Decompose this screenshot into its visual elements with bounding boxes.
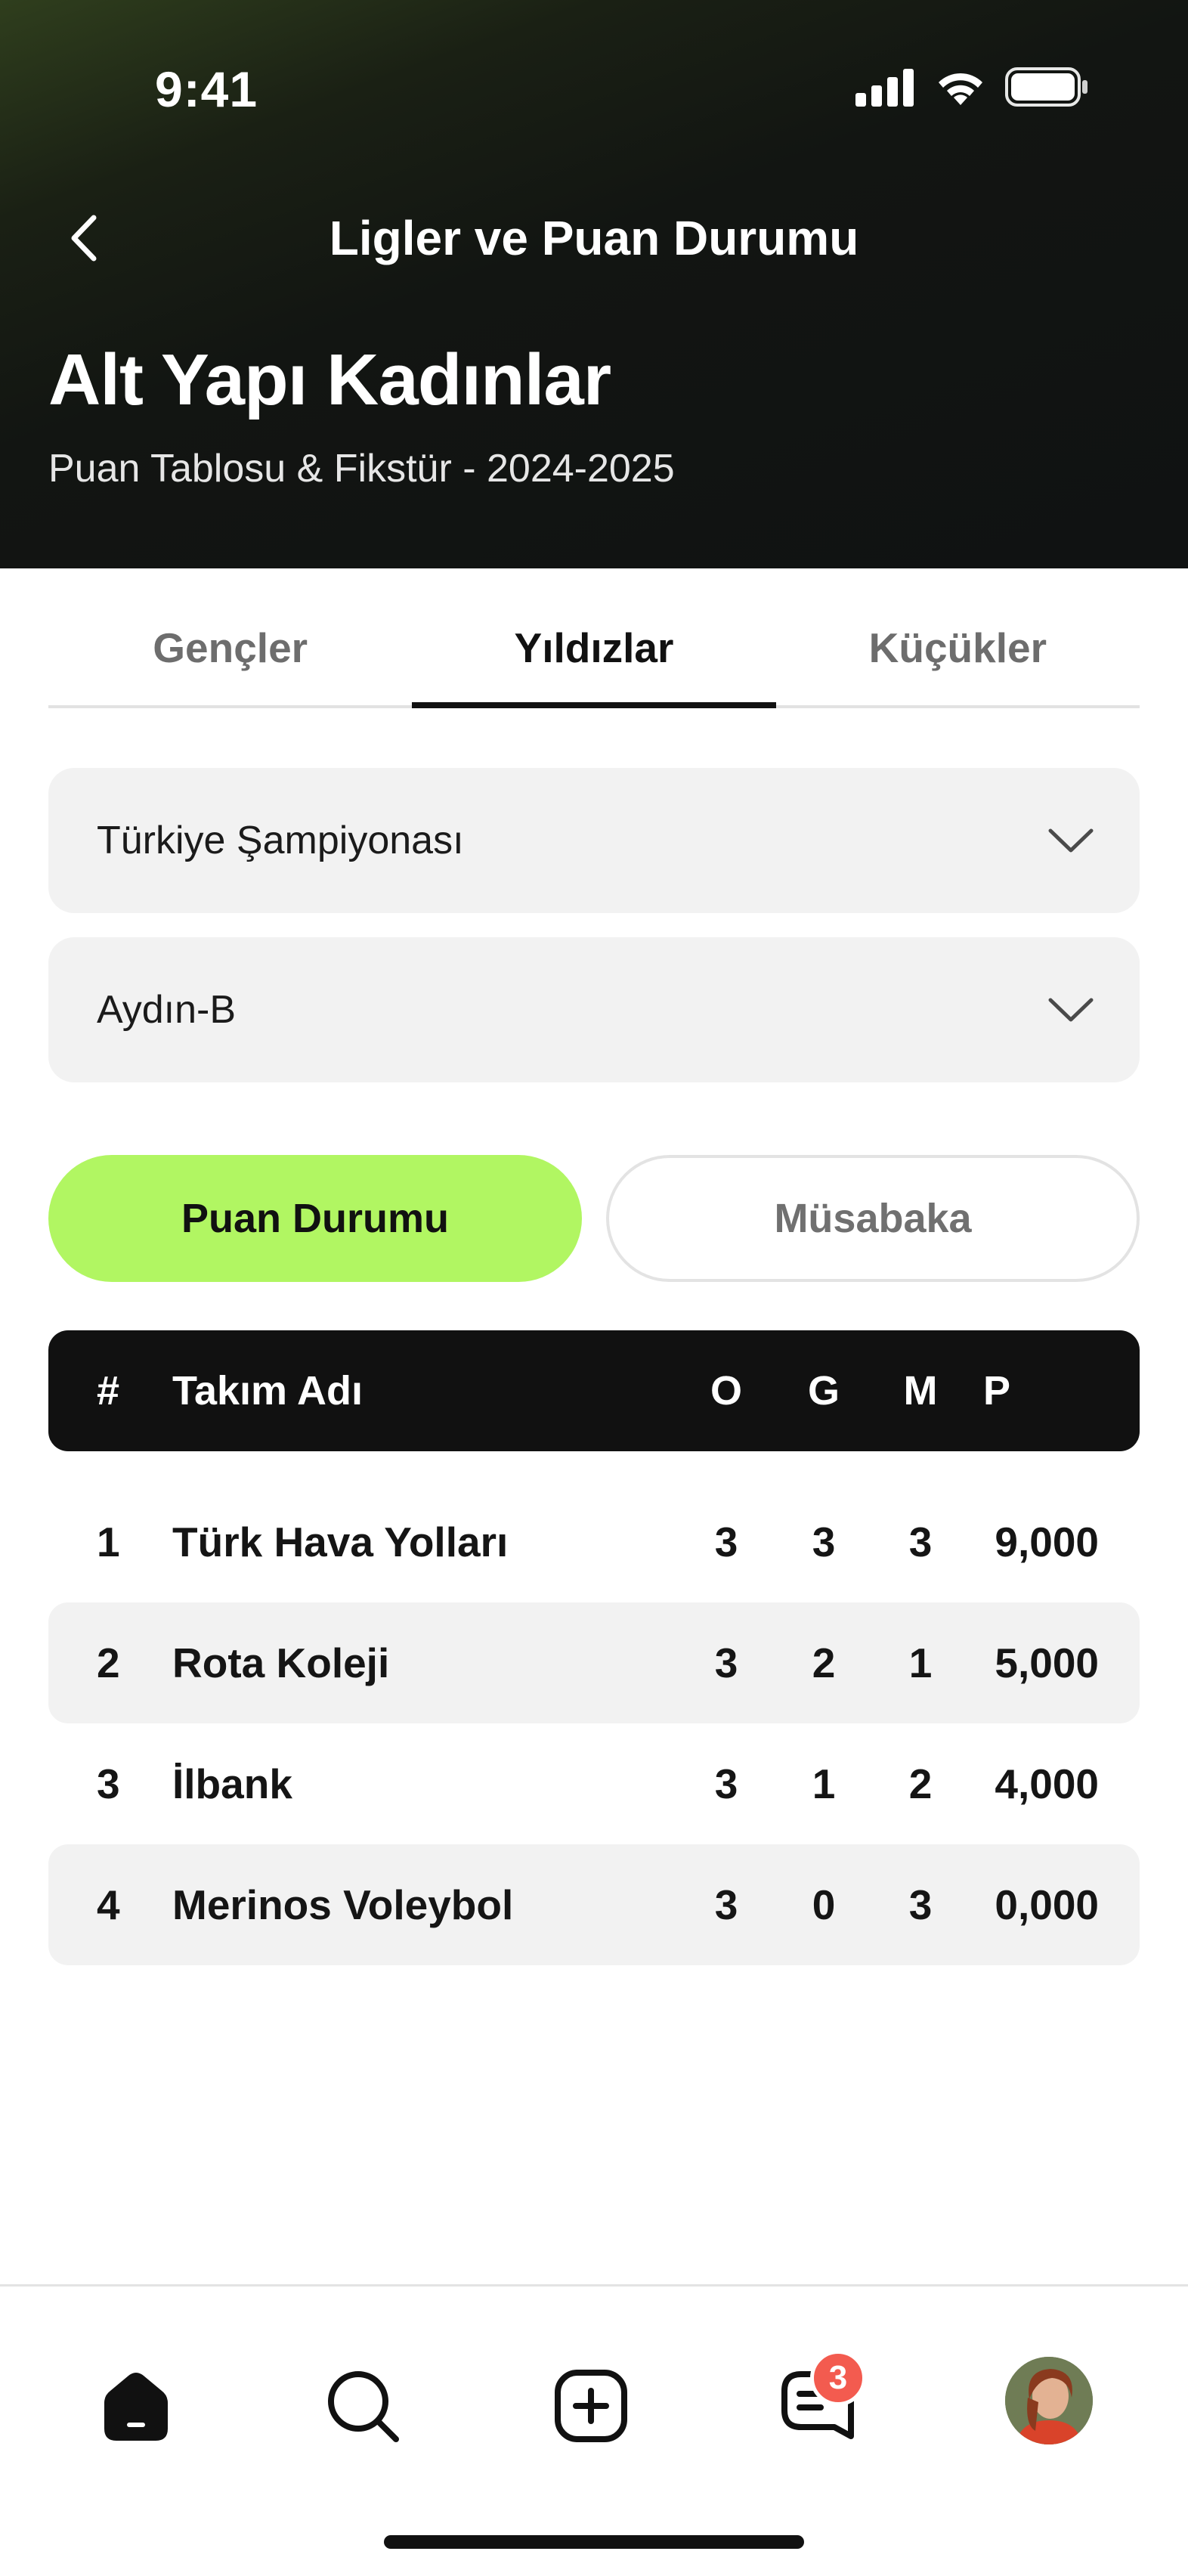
matches-button[interactable]: Müsabaka: [606, 1155, 1140, 1282]
nav-messages[interactable]: 3: [772, 2350, 866, 2451]
category-tabs: Gençler Yıldızlar Küçükler: [48, 601, 1140, 708]
row-p: 5,000: [995, 1639, 1099, 1686]
row-o: 3: [714, 1881, 738, 1928]
signal-icon: [855, 69, 914, 107]
group-select[interactable]: Aydın-B: [48, 937, 1140, 1082]
home-indicator: [384, 2535, 804, 2549]
tab-gencler[interactable]: Gençler: [48, 601, 412, 705]
row-p: 9,000: [995, 1519, 1099, 1565]
row-g: 3: [812, 1519, 836, 1565]
standings-table: # Takım Adı O G M P 1 Türk Hava Yolları …: [48, 1330, 1140, 1965]
chevron-down-icon: [1048, 998, 1094, 1022]
navigation-bar: Ligler ve Puan Durumu: [0, 197, 1188, 280]
status-bar: 9:41: [0, 0, 1188, 174]
group-select-value: Aydın-B: [97, 988, 237, 1032]
header-rank: #: [97, 1368, 120, 1413]
table-header: # Takım Adı O G M P: [48, 1330, 1140, 1451]
row-rank: 2: [97, 1639, 120, 1686]
table-row[interactable]: 4 Merinos Voleybol 3 0 3 0,000: [48, 1844, 1140, 1965]
search-icon: [328, 2371, 399, 2442]
row-rank: 1: [97, 1519, 120, 1565]
row-rank: 3: [97, 1760, 120, 1807]
header-team: Takım Adı: [172, 1368, 364, 1413]
standings-button[interactable]: Puan Durumu: [48, 1155, 582, 1282]
wifi-icon: [939, 73, 982, 105]
avatar-image: [1005, 2357, 1093, 2444]
bottom-navigation: 3: [0, 2284, 1188, 2576]
home-icon: [104, 2373, 168, 2441]
row-team: Türk Hava Yolları: [172, 1519, 509, 1565]
page-title: Alt Yapı Kadınlar: [48, 339, 611, 420]
nav-add[interactable]: [546, 2361, 636, 2451]
header: 9:41 Ligler ve Puan Durumu Alt Yapı Kadı…: [0, 0, 1188, 568]
row-p: 4,000: [995, 1760, 1099, 1807]
row-o: 3: [714, 1519, 738, 1565]
page-subtitle: Puan Tablosu & Fikstür - 2024-2025: [48, 447, 675, 491]
chevron-down-icon: [1048, 828, 1094, 853]
row-m: 3: [908, 1519, 933, 1565]
row-team: Merinos Voleybol: [172, 1881, 514, 1928]
table-row[interactable]: 3 İlbank 3 1 2 4,000: [48, 1723, 1140, 1844]
row-o: 3: [714, 1639, 738, 1686]
status-time: 9:41: [155, 61, 258, 117]
row-rank: 4: [97, 1881, 120, 1928]
status-icons: [855, 67, 1090, 107]
row-g: 2: [812, 1639, 836, 1686]
row-g: 0: [812, 1881, 836, 1928]
add-icon: [555, 2370, 627, 2442]
profile-avatar[interactable]: [1005, 2357, 1093, 2444]
table-row[interactable]: 2 Rota Koleji 3 2 1 5,000: [48, 1602, 1140, 1723]
row-team: Rota Koleji: [172, 1639, 390, 1686]
nav-home[interactable]: [91, 2361, 181, 2451]
header-m: M: [903, 1368, 938, 1413]
battery-icon: [1005, 67, 1087, 107]
row-m: 3: [908, 1881, 933, 1928]
header-g: G: [807, 1368, 840, 1413]
header-o: O: [710, 1368, 742, 1413]
row-m: 1: [908, 1639, 933, 1686]
row-g: 1: [812, 1760, 836, 1807]
row-team: İlbank: [172, 1760, 292, 1807]
table-row[interactable]: 1 Türk Hava Yolları 3 3 3 9,000: [48, 1482, 1140, 1602]
championship-select[interactable]: Türkiye Şampiyonası: [48, 768, 1140, 913]
nav-title: Ligler ve Puan Durumu: [329, 211, 859, 265]
messages-badge: 3: [810, 2350, 866, 2406]
nav-search[interactable]: [317, 2361, 408, 2451]
tab-yildizlar[interactable]: Yıldızlar: [412, 601, 776, 708]
header-p: P: [983, 1368, 1011, 1413]
tab-kucukler[interactable]: Küçükler: [776, 601, 1140, 705]
championship-select-value: Türkiye Şampiyonası: [97, 819, 464, 862]
row-p: 0,000: [995, 1881, 1099, 1928]
row-m: 2: [908, 1760, 933, 1807]
row-o: 3: [714, 1760, 738, 1807]
